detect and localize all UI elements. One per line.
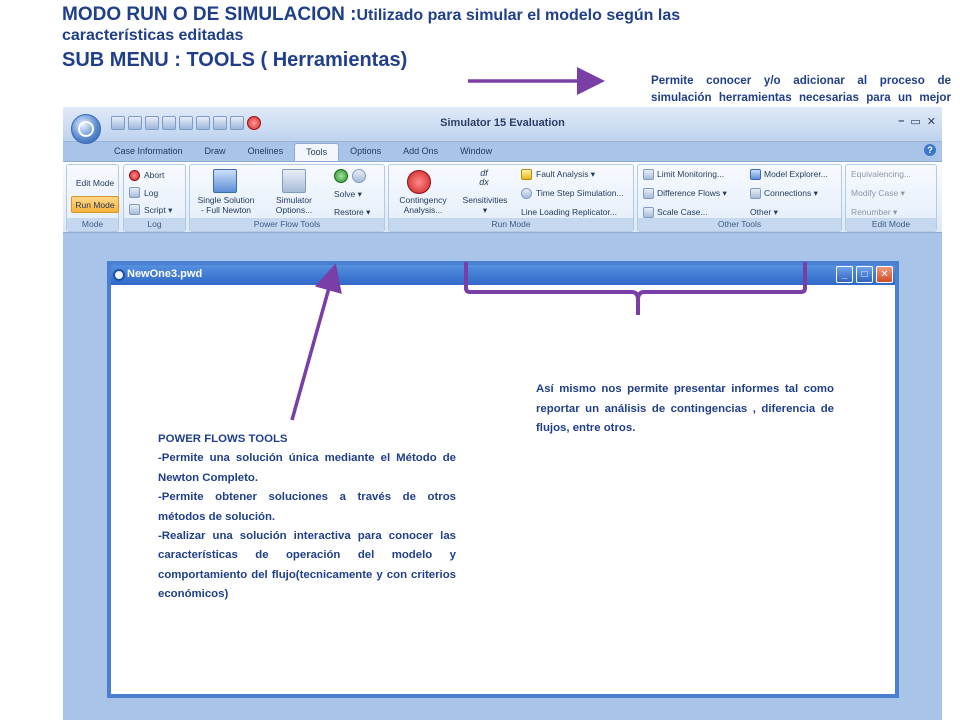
time-step-icon	[521, 188, 532, 199]
left-note: POWER FLOWS TOOLS -Permite una solución …	[158, 430, 456, 605]
modify-case-button[interactable]: Modify Case ▾	[851, 188, 905, 199]
restore-button[interactable]: Restore ▾	[334, 207, 370, 218]
sensitivities-line1: Sensitivities	[462, 195, 508, 205]
right-note: Así mismo nos permite presentar informes…	[536, 383, 834, 435]
log-button[interactable]: Log	[144, 188, 158, 198]
app-title: Simulator 15 Evaluation	[440, 117, 565, 129]
group-label-run-mode: Run Mode	[389, 218, 633, 231]
edit-mode-button[interactable]: Edit Mode	[71, 175, 119, 192]
scale-case-icon	[643, 207, 654, 218]
model-explorer-button[interactable]: Model Explorer...	[764, 169, 828, 179]
group-label-log: Log	[124, 218, 185, 231]
minimize-button[interactable]: –	[898, 115, 904, 128]
group-run-mode: Contingency Analysis... df dx Sensitivitie…	[388, 164, 634, 232]
play-icon[interactable]	[334, 169, 348, 183]
submenu-title: SUB MENU : TOOLS ( Herramientas)	[62, 49, 408, 71]
scale-case-button[interactable]: Scale Case...	[657, 207, 708, 217]
sensitivities-line2: ▾	[482, 204, 488, 215]
app-orb-button[interactable]	[71, 114, 101, 144]
help-icon[interactable]: ?	[924, 144, 936, 156]
sensitivities-button[interactable]: Sensitivities ▾	[457, 195, 513, 216]
single-solution-button[interactable]: Single Solution - Full Newton	[194, 195, 258, 216]
close-button[interactable]: ✕	[927, 115, 936, 128]
document-icon	[113, 269, 125, 281]
document-title: NewOne3.pwd	[127, 268, 203, 280]
tab-onelines[interactable]: Onelines	[237, 143, 295, 161]
slide-title: MODO RUN O DE SIMULACION :Utilizado para…	[62, 4, 912, 72]
script-icon	[129, 204, 140, 215]
solve-button[interactable]: Solve ▾	[334, 189, 362, 200]
group-power-flow-tools: Single Solution - Full Newton Simulator Op…	[189, 164, 385, 232]
other-button[interactable]: Other ▾	[750, 207, 778, 218]
connections-icon	[750, 188, 761, 199]
single-solution-line1: Single Solution	[197, 195, 255, 205]
abort-button[interactable]: Abort	[144, 170, 164, 180]
window-controls: – ▭ ✕	[898, 115, 936, 128]
restore-button[interactable]: ▭	[910, 115, 920, 128]
tab-options[interactable]: Options	[339, 143, 392, 161]
difference-flows-button[interactable]: Difference Flows ▾	[657, 188, 727, 199]
ribbon: Edit Mode Run Mode Mode Abort Log Script…	[63, 161, 942, 233]
simulator-options-line2: Options...	[275, 204, 313, 215]
line-loading-replicator-button[interactable]: Line Loading Replicator...	[521, 207, 617, 217]
abort-icon	[129, 170, 140, 181]
group-label-edit-mode: Edit Mode	[846, 218, 936, 231]
renumber-button[interactable]: Renumber ▾	[851, 207, 897, 218]
contingency-line2: Analysis...	[403, 204, 443, 215]
tab-add-ons[interactable]: Add Ons	[392, 143, 449, 161]
contingency-icon	[407, 170, 431, 194]
contingency-analysis-button[interactable]: Contingency Analysis...	[391, 195, 455, 216]
title-bar: Simulator 15 Evaluation – ▭ ✕	[63, 107, 942, 144]
connections-button[interactable]: Connections ▾	[764, 188, 818, 199]
script-button[interactable]: Script ▾	[144, 205, 172, 216]
simulator-options-button[interactable]: Simulator Options...	[268, 195, 320, 216]
tab-draw[interactable]: Draw	[194, 143, 237, 161]
tab-window[interactable]: Window	[449, 143, 503, 161]
title-main: MODO RUN O DE SIMULACION :	[62, 4, 357, 25]
run-mode-button[interactable]: Run Mode	[71, 196, 119, 213]
title-rest: Utilizado para simular el modelo según l…	[356, 7, 681, 24]
fault-analysis-icon	[521, 169, 532, 180]
sensitivities-icon: df dx	[479, 168, 489, 187]
title-line2: características editadas	[62, 27, 244, 44]
doc-close-button[interactable]: ✕	[876, 266, 893, 283]
contingency-line1: Contingency	[399, 195, 447, 205]
group-label-mode: Mode	[67, 218, 118, 231]
fault-analysis-button[interactable]: Fault Analysis ▾	[536, 169, 595, 180]
group-edit-mode: Equivalencing... Modify Case ▾ Renumber …	[845, 164, 937, 232]
model-explorer-icon	[750, 169, 761, 180]
orb-ring-icon	[78, 121, 94, 137]
tab-case-information[interactable]: Case Information	[103, 143, 194, 161]
tab-tools[interactable]: Tools	[294, 143, 340, 161]
limit-monitoring-icon	[643, 169, 654, 180]
left-note-p3: -Realizar una solución interactiva para …	[158, 529, 456, 601]
group-mode: Edit Mode Run Mode Mode	[66, 164, 119, 232]
single-solution-line2: - Full Newton	[200, 204, 252, 215]
limit-monitoring-button[interactable]: Limit Monitoring...	[657, 169, 724, 179]
simulator-options-line1: Simulator	[276, 195, 312, 205]
group-label-other-tools: Other Tools	[638, 218, 841, 231]
log-icon	[129, 187, 140, 198]
left-note-heading: POWER FLOWS TOOLS	[158, 433, 288, 445]
group-log: Abort Log Script ▾ Log	[123, 164, 186, 232]
left-note-p1: -Permite una solución única mediante el …	[158, 452, 456, 484]
group-other-tools: Limit Monitoring... Difference Flows ▾ S…	[637, 164, 842, 232]
difference-flows-icon	[643, 188, 654, 199]
pause-icon[interactable]	[352, 169, 366, 183]
time-step-simulation-button[interactable]: Time Step Simulation...	[536, 188, 624, 198]
calculator-icon	[213, 169, 237, 193]
doc-minimize-button[interactable]: _	[836, 266, 853, 283]
doc-maximize-button[interactable]: □	[856, 266, 873, 283]
simulator-options-icon	[282, 169, 306, 193]
group-label-power-flow-tools: Power Flow Tools	[190, 218, 384, 231]
left-note-p2: -Permite obtener soluciones a través de …	[158, 491, 456, 523]
document-title-bar: NewOne3.pwd _ □ ✕	[111, 265, 895, 285]
equivalencing-button[interactable]: Equivalencing...	[851, 169, 911, 179]
ribbon-tabs: Case Information Draw Onelines Tools Opt…	[103, 143, 503, 161]
